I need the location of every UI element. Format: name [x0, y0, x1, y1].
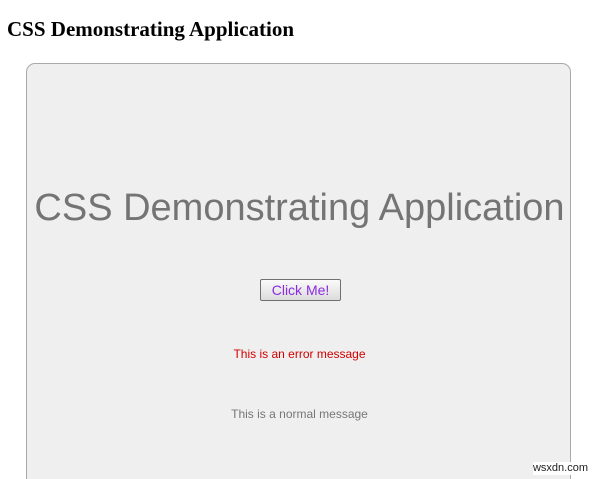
watermark: wsxdn.com: [532, 462, 588, 475]
normal-message: This is a normal message: [231, 407, 368, 421]
click-me-button[interactable]: Click Me!: [260, 279, 341, 301]
demo-panel: CSS Demonstrating Application Click Me! …: [26, 63, 571, 479]
panel-title: CSS Demonstrating Application: [34, 187, 565, 229]
page-heading: CSS Demonstrating Application: [7, 17, 295, 41]
error-message: This is an error message: [233, 347, 366, 361]
